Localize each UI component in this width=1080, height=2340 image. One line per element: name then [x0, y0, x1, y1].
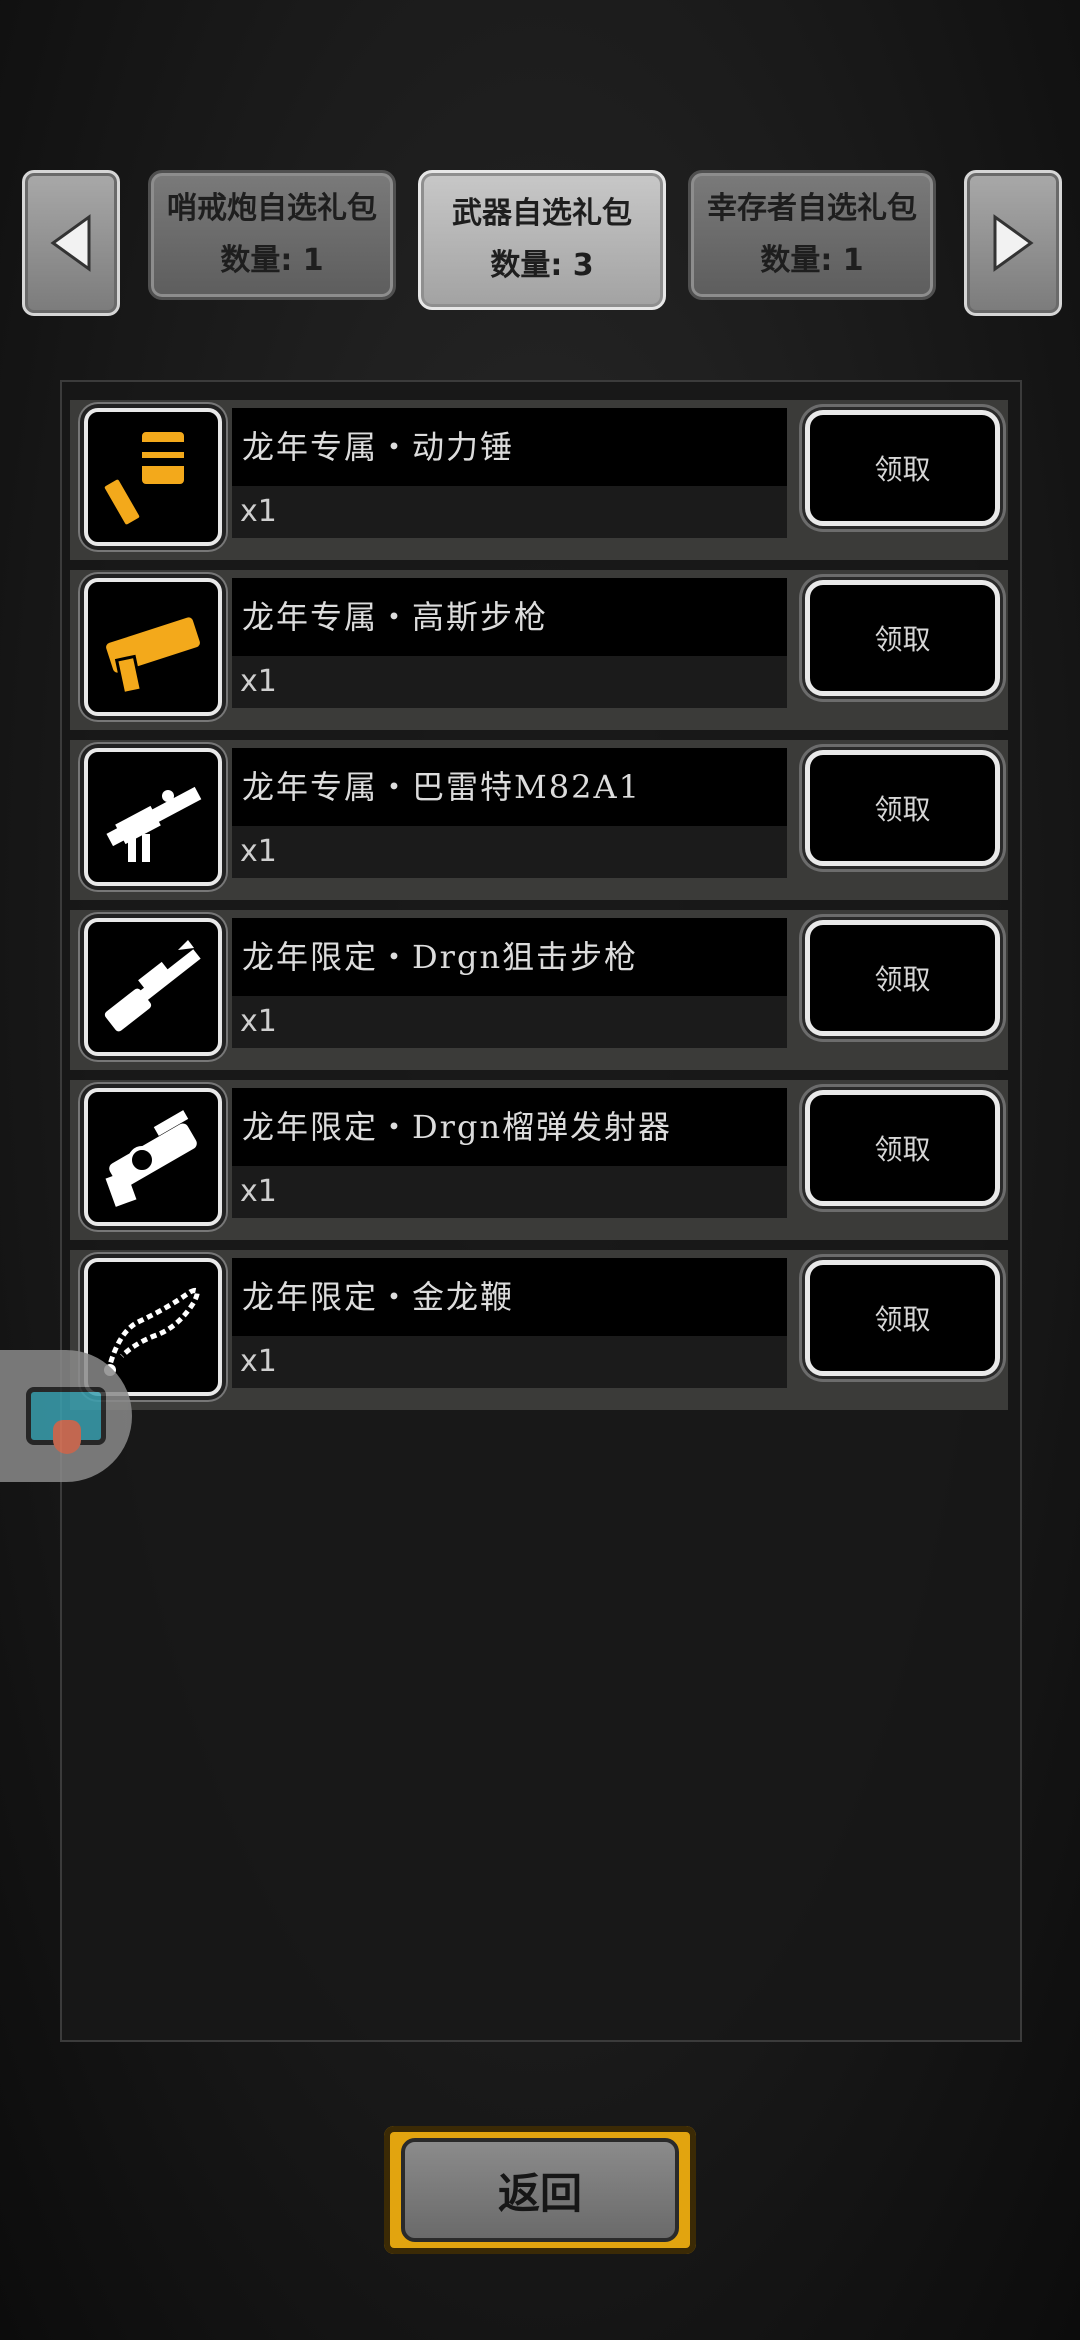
item-quantity: x1 [232, 1336, 787, 1388]
item-quantity: x1 [232, 486, 787, 538]
tab-count: 数量: 3 [490, 248, 594, 283]
item-quantity: x1 [232, 656, 787, 708]
tab-sentry-gun-pack[interactable]: 哨戒炮自选礼包 数量: 1 [148, 170, 396, 300]
item-icon-box [84, 748, 222, 886]
floating-assist-button[interactable] [0, 1350, 132, 1482]
sniper-rifle-icon [104, 940, 201, 1032]
claim-button[interactable]: 领取 [805, 750, 1000, 866]
item-name: 龙年专属・动力锤 [232, 408, 787, 486]
item-name: 龙年限定・Drgn狙击步枪 [232, 918, 787, 996]
tab-survivor-pack[interactable]: 幸存者自选礼包 数量: 1 [688, 170, 936, 300]
list-item: 龙年限定・Drgn榴弹发射器 x1 领取 [70, 1080, 1008, 1240]
item-name: 龙年限定・金龙鞭 [232, 1258, 787, 1336]
item-name: 龙年专属・巴雷特M82A1 [232, 748, 787, 826]
item-name: 龙年专属・高斯步枪 [232, 578, 787, 656]
item-icon-box [84, 1088, 222, 1226]
tab-weapon-pack[interactable]: 武器自选礼包 数量: 3 [418, 170, 666, 310]
item-quantity: x1 [232, 826, 787, 878]
claim-button[interactable]: 领取 [805, 1090, 1000, 1206]
claim-button[interactable]: 领取 [805, 410, 1000, 526]
barrett-rifle-icon [106, 786, 202, 862]
claim-button[interactable]: 领取 [805, 580, 1000, 696]
tab-count: 数量: 1 [220, 243, 324, 278]
list-item: 龙年专属・动力锤 x1 领取 [70, 400, 1008, 560]
item-name: 龙年限定・Drgn榴弹发射器 [232, 1088, 787, 1166]
gauss-rifle-icon [103, 608, 203, 696]
list-item: 龙年限定・Drgn狙击步枪 x1 领取 [70, 910, 1008, 1070]
list-item: 龙年专属・巴雷特M82A1 x1 领取 [70, 740, 1008, 900]
item-icon-box [84, 408, 222, 546]
dragon-whip-icon [104, 1287, 200, 1376]
claim-button[interactable]: 领取 [805, 1260, 1000, 1376]
item-icon-box [84, 578, 222, 716]
return-button[interactable]: 返回 [384, 2126, 696, 2254]
grenade-launcher-icon [105, 1110, 197, 1207]
return-button-label: 返回 [401, 2138, 679, 2242]
item-icon-box [84, 918, 222, 1056]
item-quantity: x1 [232, 996, 787, 1048]
tab-count: 数量: 1 [760, 243, 864, 278]
right-arrow-icon [993, 214, 1034, 272]
list-item: 龙年专属・高斯步枪 x1 领取 [70, 570, 1008, 730]
tab-title: 哨戒炮自选礼包 [167, 191, 377, 226]
power-hammer-icon [100, 428, 198, 529]
screen-touch-icon [26, 1387, 106, 1454]
left-arrow-icon [50, 214, 91, 272]
claim-button[interactable]: 领取 [805, 920, 1000, 1036]
prev-arrow-button[interactable] [22, 170, 120, 316]
tab-title: 武器自选礼包 [452, 196, 632, 231]
item-quantity: x1 [232, 1166, 787, 1218]
next-arrow-button[interactable] [964, 170, 1062, 316]
tab-title: 幸存者自选礼包 [707, 191, 917, 226]
list-item: 龙年限定・金龙鞭 x1 领取 [70, 1250, 1008, 1410]
